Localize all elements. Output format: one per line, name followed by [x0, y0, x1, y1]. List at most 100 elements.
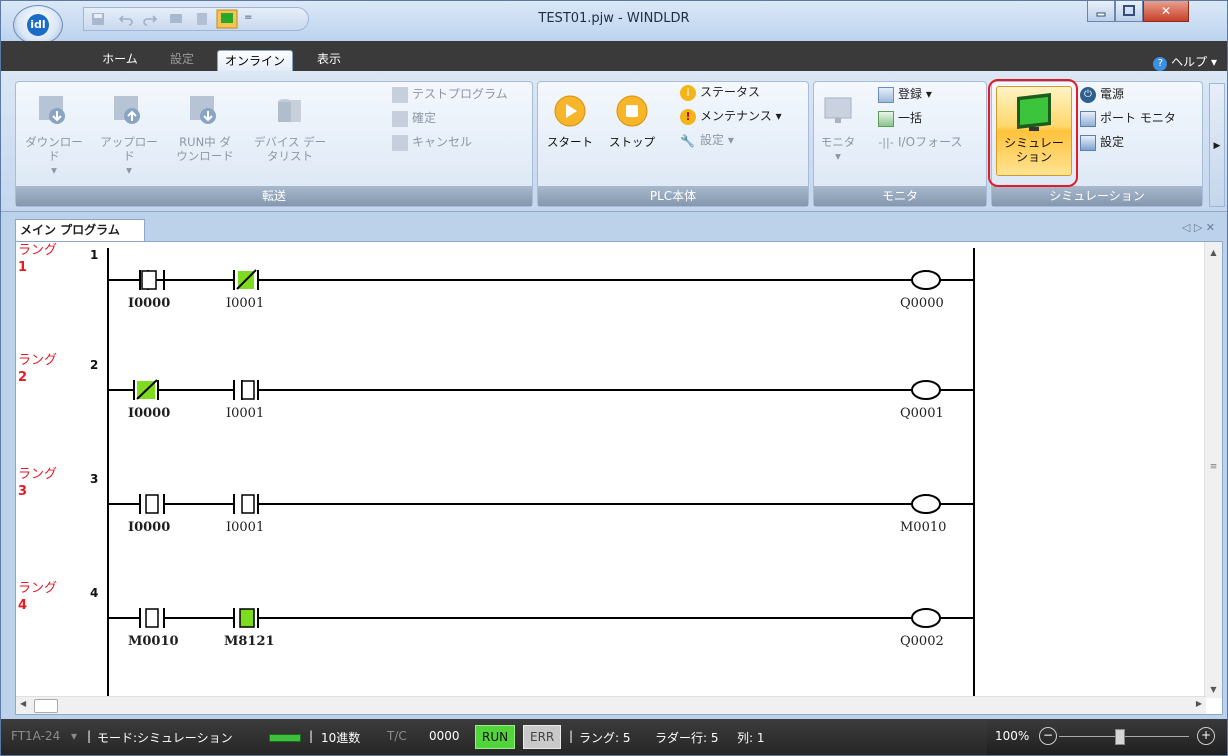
rung-number: 4 [90, 586, 99, 600]
window-title: TEST01.pjw - WINDLDR [538, 11, 690, 26]
rung-label: ラング [18, 353, 58, 368]
scroll-up-icon[interactable]: ▲ [1205, 248, 1222, 257]
download-button[interactable]: ダウンロード ▾ [22, 88, 86, 177]
contact-operand[interactable]: I0001 [226, 520, 264, 535]
upload-button[interactable]: アップロード ▾ [96, 88, 162, 177]
device-data-list-button[interactable]: デバイス デー タリスト [248, 88, 332, 163]
device-data-list-icon [278, 99, 301, 122]
contact-operand[interactable]: M8121 [224, 634, 275, 649]
app-window: idl = TEST01.pjw - WINDLDR ✕ ホーム 設定 オンライ… [0, 0, 1228, 756]
ladder-row-count: ラダー行: 5 [655, 731, 719, 745]
run-download-icon [190, 96, 216, 124]
rung-label: ラング [18, 467, 58, 482]
plc-settings-button[interactable]: 🔧 設定 ▾ [680, 132, 734, 149]
coil-operand[interactable]: M0010 [900, 520, 946, 535]
batch-button[interactable]: 一括 [878, 110, 922, 127]
err-indicator: ERR [523, 725, 562, 749]
tab-view[interactable]: 表示 [307, 49, 351, 71]
scroll-down-icon[interactable]: ▼ [1205, 685, 1222, 694]
contact-operand[interactable]: I0000 [128, 406, 170, 421]
register-button[interactable]: 登録 ▾ [878, 86, 932, 103]
simulation-settings-button[interactable]: 設定 [1080, 134, 1124, 151]
zoom-slider-thumb[interactable] [1115, 729, 1125, 745]
dropdown-arrow-icon: ▾ [775, 109, 782, 123]
tc-label: T/C [387, 729, 407, 743]
minimize-icon [1096, 12, 1106, 17]
close-button[interactable]: ✕ [1143, 1, 1189, 22]
rung-count: ラング: 5 [579, 731, 631, 745]
scroll-right-icon[interactable]: ▶ [1196, 699, 1202, 708]
coil-operand[interactable]: Q0001 [900, 406, 944, 421]
activity-indicator-icon [269, 734, 301, 742]
close-icon[interactable]: ✕ [1206, 221, 1215, 234]
stop-button[interactable]: ストップ [604, 88, 660, 149]
start-button[interactable]: スタート [542, 88, 598, 149]
contact-no-off [233, 380, 259, 400]
zoom-in-icon[interactable]: + [1197, 727, 1215, 745]
dropdown-arrow-icon: ▾ [126, 163, 132, 177]
run-download-button[interactable]: RUN中 ダ ウンロード [170, 88, 240, 163]
dropdown-arrow-icon: ▾ [835, 149, 841, 163]
close-icon: ✕ [1160, 4, 1172, 18]
zoom-level[interactable]: 100% [995, 729, 1029, 743]
rung-index: 4 [18, 598, 28, 613]
rung-index: 3 [18, 484, 28, 499]
warning-icon: ! [680, 108, 696, 125]
io-force-icon: -||- [878, 135, 894, 149]
scroll-grip-icon[interactable]: ≡ [1205, 462, 1222, 472]
group-plc: スタート ストップ i ステータス ! メンテナンス ▾ 🔧 設定 ▾ PLC本体 [537, 81, 809, 207]
scroll-thumb[interactable] [34, 699, 58, 713]
zoom-out-icon[interactable]: − [1039, 727, 1057, 745]
contact-nc-on [133, 379, 159, 400]
contact-operand[interactable]: I0000 [128, 296, 170, 311]
confirm-button[interactable]: 確定 [392, 110, 436, 127]
rung-label: ラング [18, 243, 58, 258]
scroll-left-icon[interactable]: ◀ [20, 699, 26, 708]
port-monitor-button[interactable]: ポート モニタ [1080, 110, 1176, 127]
run-indicator: RUN [475, 725, 516, 749]
chevron-right-icon[interactable]: ▷ [1194, 221, 1202, 234]
mode-indicator: モード:シミュレーション [97, 731, 233, 745]
tab-settings[interactable]: 設定 [159, 49, 205, 71]
vertical-scrollbar[interactable]: ▲ ≡ ▼ [1204, 242, 1222, 698]
tab-home[interactable]: ホーム [93, 49, 147, 71]
chevron-down-icon: ▾ [1210, 55, 1217, 69]
confirm-icon [392, 110, 408, 127]
rung-number: 2 [90, 358, 99, 372]
maintenance-button[interactable]: ! メンテナンス ▾ [680, 108, 782, 125]
coil-operand[interactable]: Q0002 [900, 634, 944, 649]
group-plc-caption: PLC本体 [538, 186, 808, 206]
cancel-button[interactable]: キャンセル [392, 134, 472, 151]
contact-no-on [233, 608, 259, 628]
tab-online[interactable]: オンライン [217, 50, 293, 72]
power-button[interactable]: ⏻ 電源 [1080, 86, 1124, 103]
ladder-editor[interactable]: ラング 1 1 I0000 I0001 Q0000 ラング 2 2 I0000 … [15, 241, 1223, 715]
help-button[interactable]: ? ヘルプ ▾ [1153, 53, 1217, 71]
monitor-icon [824, 97, 852, 123]
contact-operand[interactable]: I0001 [226, 296, 264, 311]
plc-model[interactable]: FT1A-24 [11, 729, 60, 743]
io-force-button[interactable]: -||- I/Oフォース [878, 134, 962, 151]
minimize-button[interactable] [1087, 1, 1115, 22]
maximize-button[interactable] [1115, 1, 1143, 22]
coil-operand[interactable]: Q0000 [900, 296, 944, 311]
dropdown-arrow-icon: ▾ [51, 163, 57, 177]
test-program-button[interactable]: テストプログラム [392, 86, 508, 103]
ribbon-scroll-right-button[interactable]: ▶ [1209, 83, 1225, 207]
dropdown-arrow-icon: ▾ [727, 133, 734, 147]
contact-operand[interactable]: I0000 [128, 520, 170, 535]
contact-operand[interactable]: M0010 [128, 634, 179, 649]
register-icon [878, 86, 894, 103]
status-button[interactable]: i ステータス [680, 84, 760, 101]
contact-operand[interactable]: I0001 [226, 406, 264, 421]
tc-value: 0000 [429, 729, 460, 743]
contact-no-off [139, 608, 165, 628]
chevron-down-icon[interactable]: ▾ [71, 729, 77, 743]
chevron-left-icon[interactable]: ◁ [1182, 221, 1190, 234]
port-monitor-icon [1080, 110, 1096, 127]
tab-main-program[interactable]: メイン プログラム [15, 219, 145, 241]
horizontal-scrollbar[interactable]: ◀ ▶ [16, 696, 1206, 714]
group-transfer-caption: 転送 [16, 186, 532, 206]
monitor-button[interactable]: モニタ ▾ [818, 88, 858, 163]
rung-4 [108, 608, 974, 628]
